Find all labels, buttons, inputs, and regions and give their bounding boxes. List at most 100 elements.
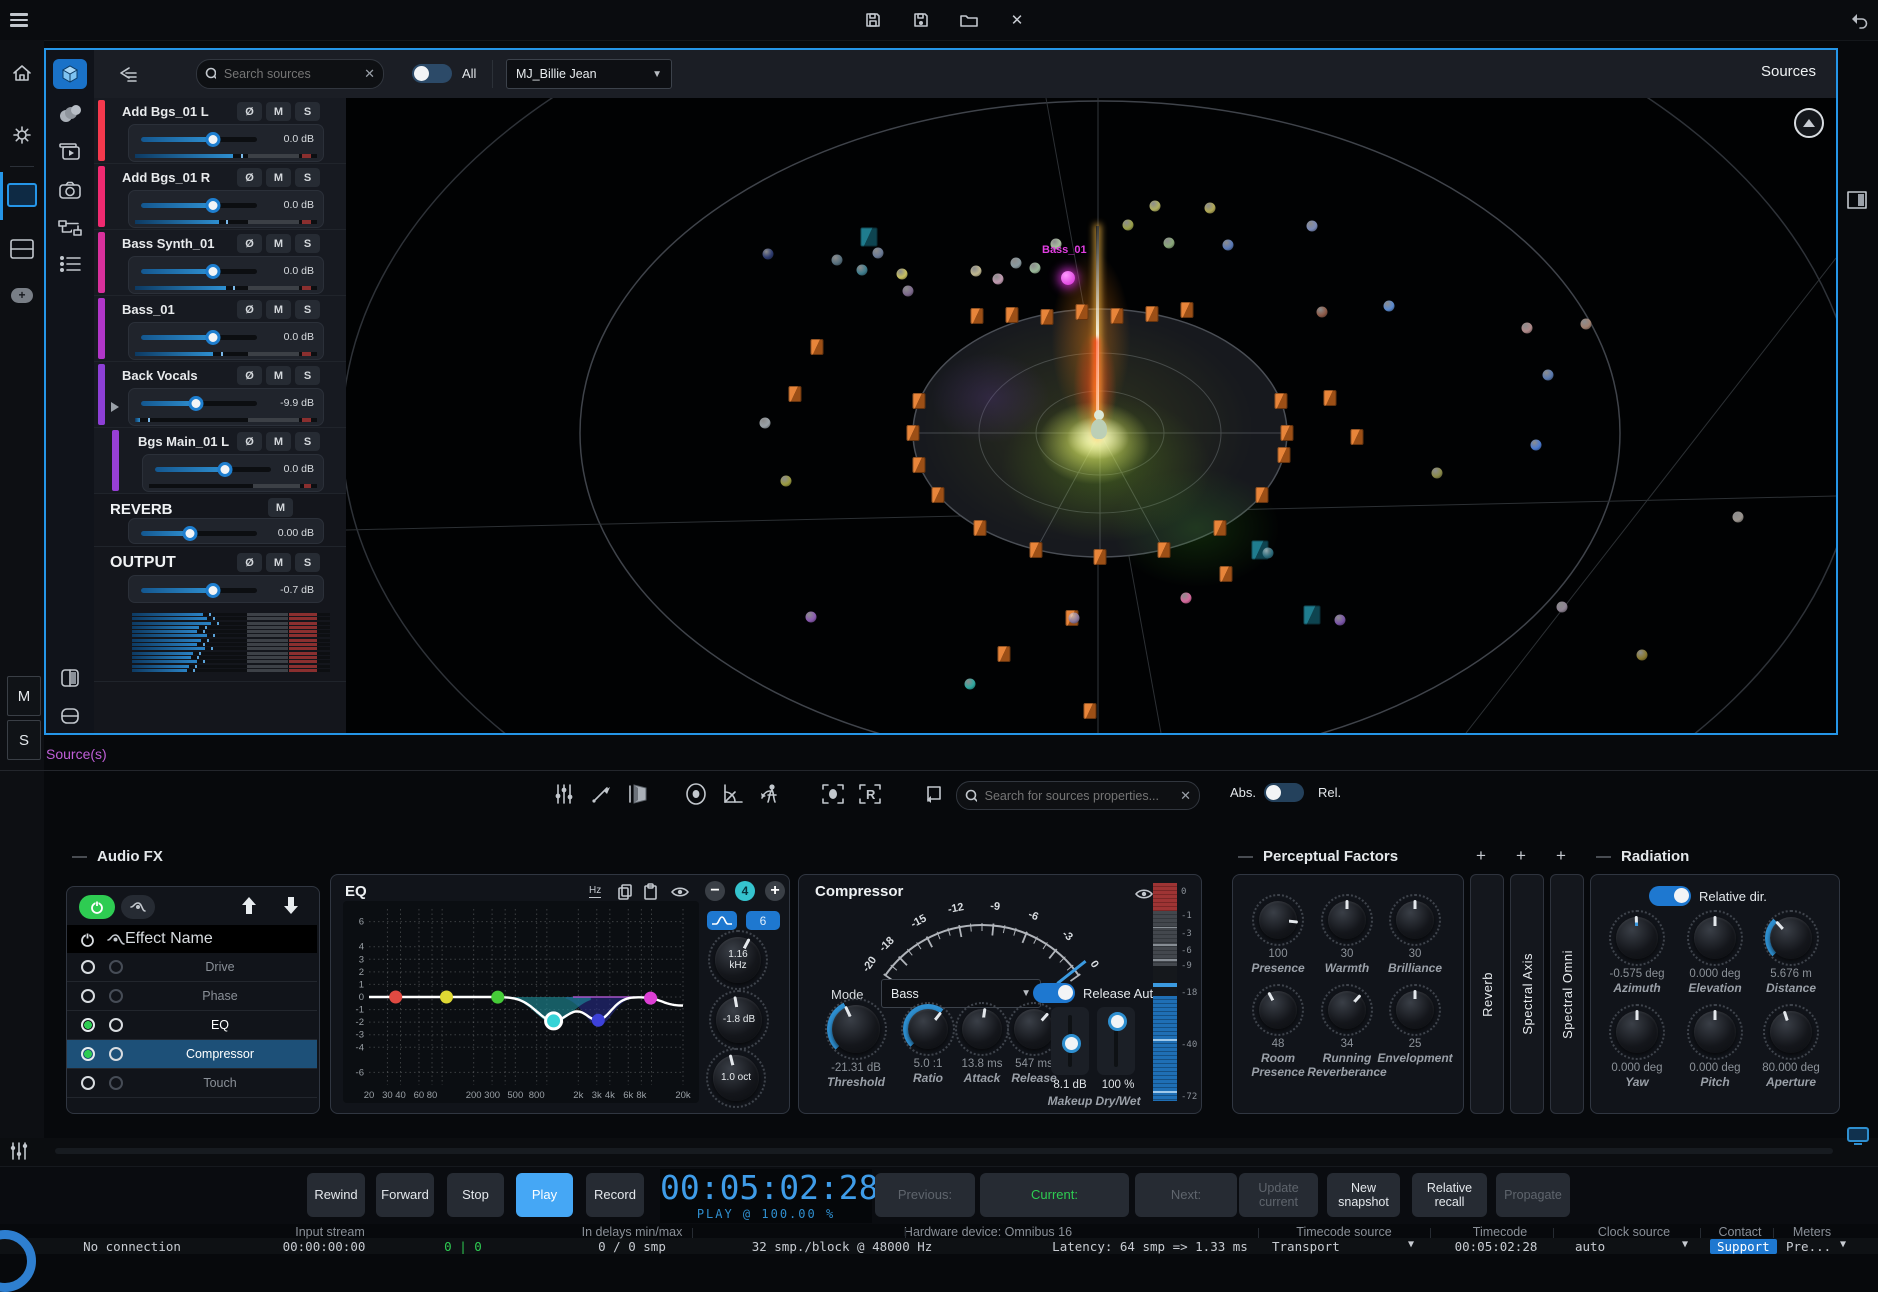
forward-button[interactable]: Forward (376, 1173, 434, 1217)
draw-icon[interactable] (589, 782, 613, 806)
knob-control[interactable] (1694, 917, 1736, 959)
band-slope-button[interactable]: 6 (746, 911, 780, 930)
source-dot[interactable] (781, 476, 792, 487)
source-dot[interactable] (1637, 650, 1648, 661)
source-item[interactable]: Bgs Main_01 LØMS0.0 dB (94, 428, 346, 494)
expand-arrow-icon[interactable] (111, 402, 119, 412)
meters-mode-value[interactable]: Pre... (1786, 1239, 1831, 1254)
layout-main-icon[interactable] (0, 178, 44, 212)
source-dot[interactable] (806, 612, 817, 623)
viewport-expand-button[interactable] (1794, 108, 1824, 138)
volume-fader[interactable] (141, 330, 257, 344)
source-item[interactable]: Bass Synth_01ØMS0.0 dB (94, 230, 346, 296)
solo-button[interactable]: S (295, 168, 320, 187)
fader-knob[interactable] (188, 396, 203, 411)
effect-power-toggle[interactable] (81, 1018, 95, 1032)
eq-graph[interactable]: 643210-1-2-3-4-620304060802003005008002k… (343, 901, 699, 1103)
relative-dir-toggle[interactable] (1649, 886, 1691, 906)
source-dot[interactable] (1557, 602, 1568, 613)
source-dot[interactable] (1733, 512, 1744, 523)
mute-button[interactable]: M (268, 498, 293, 517)
layout-split-icon[interactable] (0, 232, 44, 266)
previous-snapshot-button[interactable]: Previous: (875, 1173, 975, 1217)
eq-band-handle[interactable] (644, 992, 657, 1005)
add-spectral-omni-button[interactable]: + (1556, 846, 1566, 866)
clock-source-value[interactable]: auto (1575, 1239, 1605, 1254)
move-effect-up-icon[interactable] (239, 895, 259, 922)
mixer-toggle-icon[interactable] (8, 1140, 30, 1167)
mute-button[interactable]: M (266, 168, 291, 187)
add-reverb-button[interactable]: + (1476, 846, 1486, 866)
settings-gear-icon[interactable] (0, 118, 44, 152)
tab-reverb[interactable]: Reverb (1470, 874, 1504, 1114)
tab-spectral-omni[interactable]: Spectral Omni (1550, 874, 1584, 1114)
source-dot[interactable] (857, 265, 868, 276)
mute-button[interactable]: M (266, 553, 291, 572)
phase-button[interactable]: Ø (237, 366, 262, 385)
fader-knob[interactable] (205, 198, 220, 213)
phase-button[interactable]: Ø (237, 432, 262, 451)
solo-button[interactable]: S (295, 102, 320, 121)
undo-icon[interactable] (1846, 8, 1872, 32)
source-dot[interactable] (1581, 319, 1592, 330)
volume-fader[interactable] (141, 583, 257, 597)
source-search-input[interactable] (222, 66, 358, 82)
record-button[interactable]: Record (586, 1173, 644, 1217)
new-snapshot-button[interactable]: New snapshot (1327, 1173, 1400, 1217)
source-dot[interactable] (1263, 548, 1274, 559)
volume-fader[interactable] (141, 396, 257, 410)
source-dot[interactable] (1317, 307, 1328, 318)
mixer-icon[interactable] (552, 782, 576, 806)
camera-icon[interactable] (46, 174, 94, 206)
knob-control[interactable] (1770, 917, 1812, 959)
abs-rel-toggle[interactable] (1264, 783, 1304, 802)
source-item[interactable]: Back VocalsØMS-9.9 dB (94, 362, 346, 428)
remove-band-button[interactable]: − (705, 881, 725, 901)
drywet-slider[interactable] (1097, 1007, 1135, 1075)
list-icon[interactable] (46, 248, 94, 280)
effect-bypass-toggle[interactable] (109, 1018, 123, 1032)
source-dot[interactable] (1181, 593, 1192, 604)
eq-band-handle[interactable] (389, 991, 402, 1004)
eq-band-handle[interactable] (440, 991, 453, 1004)
collapse-panel-icon[interactable] (116, 62, 140, 89)
chevron-down-icon[interactable]: ▼ (1840, 1239, 1846, 1250)
source-item[interactable]: Add Bgs_01 LØMS0.0 dB (94, 98, 346, 164)
mute-button[interactable]: M (266, 366, 291, 385)
knob-control[interactable] (1259, 901, 1297, 939)
update-current-button[interactable]: Update current (1239, 1173, 1318, 1217)
fader-knob[interactable] (205, 264, 220, 279)
mute-button[interactable]: M (266, 300, 291, 319)
source-dot[interactable] (763, 249, 774, 260)
source-dot[interactable] (971, 266, 982, 277)
source-dot[interactable] (1223, 240, 1234, 251)
source-dot[interactable] (1522, 323, 1533, 334)
polar-icon[interactable] (721, 782, 745, 806)
release-auto-toggle[interactable] (1033, 983, 1075, 1003)
makeup-slider[interactable] (1051, 1007, 1089, 1075)
effect-power-toggle[interactable] (81, 1076, 95, 1090)
add-band-button[interactable]: + (765, 881, 785, 901)
source-dot[interactable] (1150, 201, 1161, 212)
knob-control[interactable] (1328, 991, 1366, 1029)
split-rows-icon[interactable] (46, 700, 94, 732)
split-columns-icon[interactable] (46, 662, 94, 694)
media-icon[interactable] (46, 136, 94, 168)
menu-icon[interactable] (10, 10, 28, 30)
knob-control[interactable] (1396, 991, 1434, 1029)
timecode-source-value[interactable]: Transport (1272, 1239, 1340, 1254)
source-dot[interactable] (1205, 203, 1216, 214)
propagate-button[interactable]: Propagate (1496, 1173, 1570, 1217)
fx-power-button[interactable] (79, 895, 115, 919)
rewind-button[interactable]: Rewind (307, 1173, 365, 1217)
properties-search-input[interactable] (983, 788, 1174, 804)
source-dot[interactable] (1307, 221, 1318, 232)
mute-button[interactable]: M (266, 432, 291, 451)
source-dot[interactable] (1123, 220, 1134, 231)
source-dot[interactable] (1335, 615, 1346, 626)
fader-knob[interactable] (217, 462, 232, 477)
collapse-dash[interactable]: — (1238, 848, 1253, 865)
knob-control[interactable] (962, 1009, 1002, 1049)
effect-row-compressor[interactable]: Compressor (67, 1040, 317, 1069)
effect-row-phase[interactable]: Phase (67, 982, 317, 1011)
